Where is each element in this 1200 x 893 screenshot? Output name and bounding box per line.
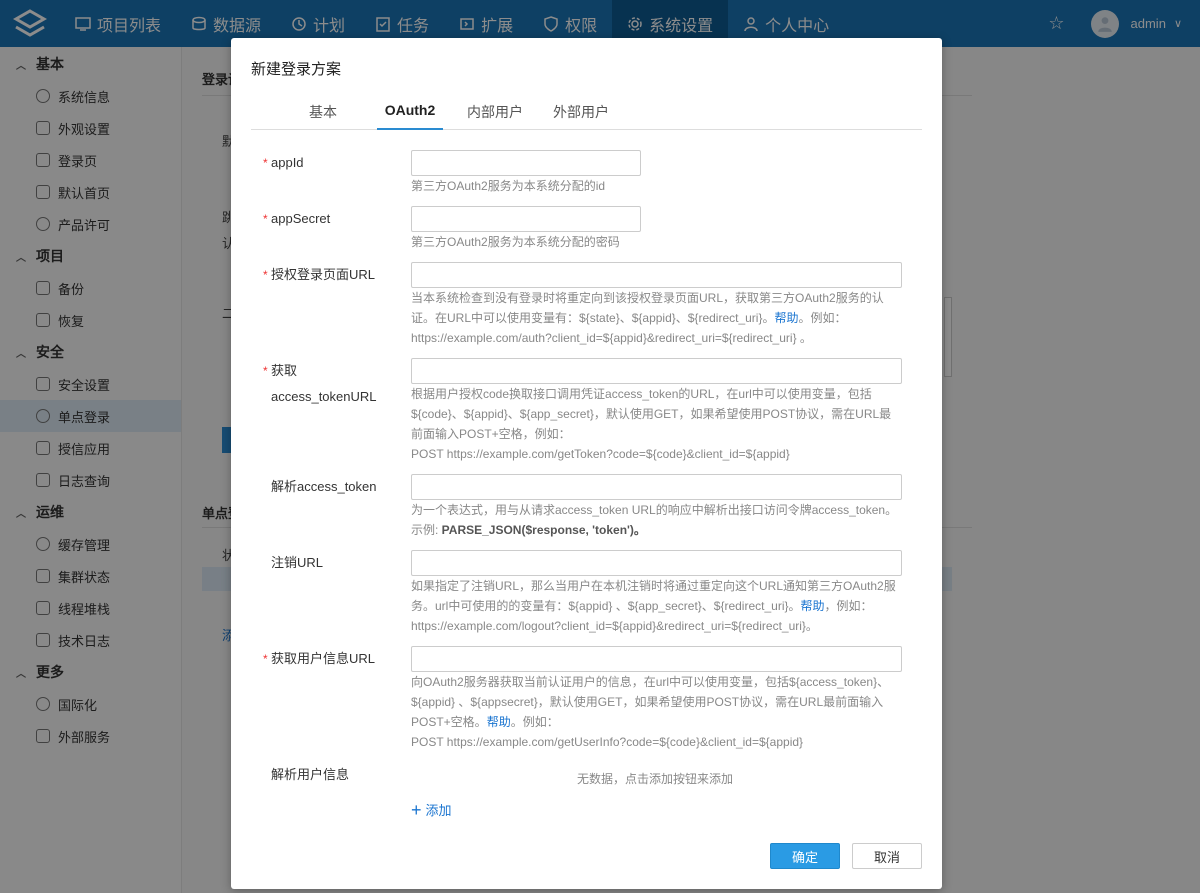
plus-icon: + [411, 799, 422, 820]
token-url-input[interactable] [411, 358, 902, 384]
help-link[interactable]: 帮助 [801, 599, 825, 613]
tab-external-users[interactable]: 外部用户 [551, 102, 611, 130]
field-hint: 当本系统检查到没有登录时将重定向到该授权登录页面URL，获取第三方OAuth2服… [411, 291, 884, 345]
field-hint: 如果指定了注销URL，那么当用户在本机注销时将通过重定向这个URL通知第三方OA… [411, 579, 896, 633]
field-label: 注销URL [271, 555, 324, 570]
field-hint: 为一个表达式，用与从请求access_token URL的响应中解析出接口访问令… [411, 503, 898, 537]
field-hint: 根据用户授权code换取接口调用凭证access_token的URL，在url中… [411, 387, 892, 461]
new-login-scheme-dialog: 新建登录方案 基本 OAuth2 内部用户 外部用户 * appId 第三方OAu… [231, 38, 942, 889]
required-mark: * [263, 652, 268, 666]
field-label: * appId [263, 150, 386, 176]
parse-token-input[interactable] [411, 474, 902, 500]
tab-basic[interactable]: 基本 [301, 102, 345, 130]
cancel-button[interactable]: 取消 [852, 843, 922, 869]
logout-url-input[interactable] [411, 550, 902, 576]
required-mark: * [263, 156, 268, 170]
field-label: 解析用户信息 [271, 767, 350, 782]
field-label: * 授权登录页面URL [263, 262, 386, 288]
auth-url-input[interactable] [411, 262, 902, 288]
field-label: * 获取用户信息URL [263, 646, 386, 672]
field-hint: 第三方OAuth2服务为本系统分配的id [411, 179, 606, 193]
required-mark: * [263, 364, 268, 378]
tab-internal-users[interactable]: 内部用户 [465, 102, 525, 130]
tab-oauth2[interactable]: OAuth2 [377, 102, 443, 130]
help-link[interactable]: 帮助 [774, 311, 798, 325]
appid-input[interactable] [411, 150, 641, 176]
field-label: * appSecret [263, 206, 386, 232]
dialog-title: 新建登录方案 [251, 61, 342, 78]
tab-bar: 基本 OAuth2 内部用户 外部用户 [251, 96, 922, 130]
field-label: 解析access_token [271, 479, 377, 494]
help-link[interactable]: 帮助 [487, 715, 511, 729]
field-label: * 获取 access_tokenURL [263, 358, 386, 410]
field-hint: 向OAuth2服务器获取当前认证用户的信息，在url中可以使用变量，包括${ac… [411, 675, 890, 749]
confirm-button[interactable]: 确定 [770, 843, 840, 869]
required-mark: * [263, 212, 268, 226]
empty-placeholder: 无数据，点击添加按钮来添加 [577, 772, 734, 786]
field-hint: 第三方OAuth2服务为本系统分配的密码 [411, 235, 620, 249]
required-mark: * [263, 268, 268, 282]
appsecret-input[interactable] [411, 206, 641, 232]
add-button[interactable]: + 添加 [411, 800, 452, 819]
userinfo-url-input[interactable] [411, 646, 902, 672]
